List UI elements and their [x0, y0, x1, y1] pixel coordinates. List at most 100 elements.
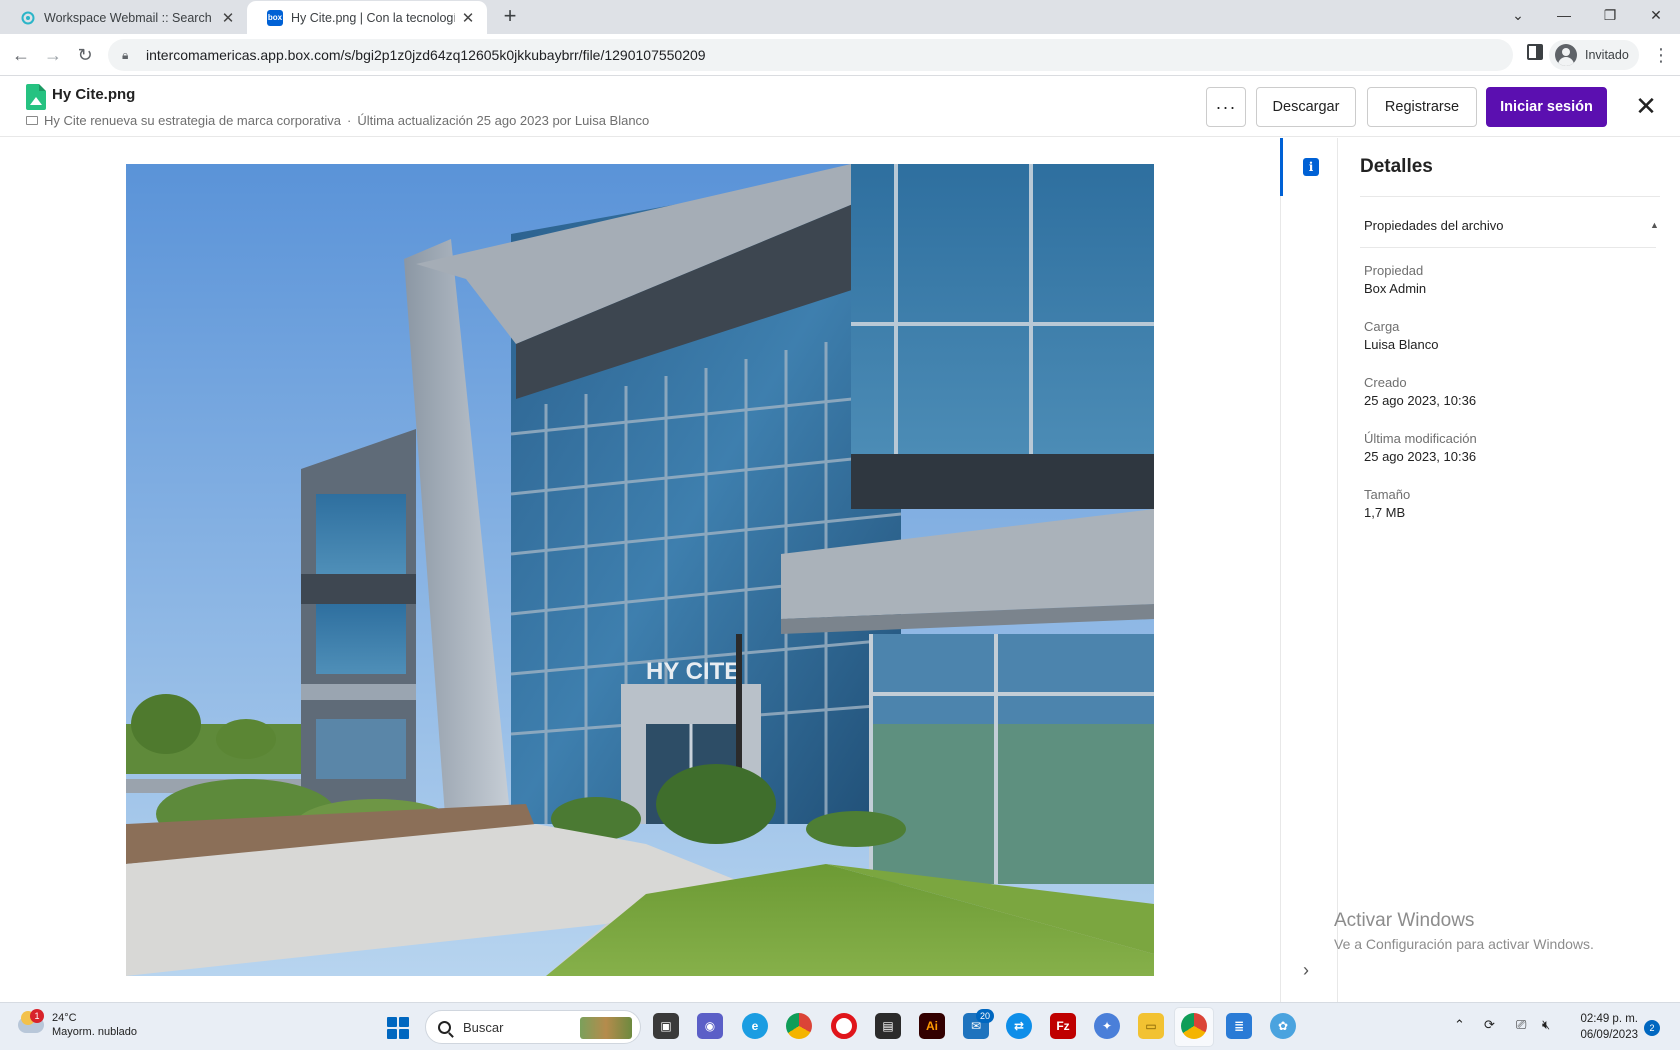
weather-badge: 1 — [30, 1009, 44, 1023]
property-uploader: Carga Luisa Blanco — [1364, 318, 1438, 354]
close-preview-icon[interactable]: ✕ — [1634, 93, 1658, 119]
box-header: Hy Cite.png Hy Cite renueva su estrategi… — [0, 77, 1680, 137]
windows-taskbar: 24°C Mayorm. nublado 1 Buscar ▣ ◉ e ▤ Ai… — [0, 1002, 1680, 1050]
clock-time: 02:49 p. m. — [1580, 1013, 1638, 1025]
chrome-icon[interactable] — [786, 1013, 812, 1039]
network-icon[interactable]: ⎚ — [1516, 1017, 1526, 1033]
last-updated: Última actualización 25 ago 2023 por Lui… — [357, 113, 650, 128]
task-view-icon[interactable]: ▣ — [653, 1013, 679, 1039]
side-panel-icon[interactable] — [1527, 44, 1543, 60]
notification-badge[interactable]: 2 — [1644, 1020, 1660, 1036]
more-options-button[interactable]: ··· — [1206, 87, 1246, 127]
sync-icon[interactable]: ⟳ — [1484, 1017, 1495, 1033]
browser-tab-strip: Workspace Webmail :: Search Re ✕ box Hy … — [0, 0, 1680, 34]
property-label: Carga — [1364, 319, 1400, 334]
active-tab-indicator — [1280, 138, 1283, 196]
property-label: Propiedad — [1364, 263, 1424, 278]
chevron-right-icon[interactable]: › — [1303, 960, 1309, 981]
address-bar[interactable]: 🔒︎ intercomamericas.app.box.com/s/bgi2p1… — [108, 39, 1513, 71]
temperature: 24°C — [52, 1012, 77, 1024]
property-created: Creado 25 ago 2023, 10:36 — [1364, 374, 1476, 410]
chrome-active-icon[interactable] — [1181, 1013, 1207, 1039]
illustrator-icon[interactable]: Ai — [919, 1013, 945, 1039]
details-panel: Detalles Propiedades del archivo ▲ Propi… — [1339, 138, 1680, 1002]
property-size: Tamaño 1,7 MB — [1364, 486, 1410, 522]
taskbar-search[interactable]: Buscar — [425, 1010, 641, 1044]
browser-menu-icon[interactable]: ⋮ — [1652, 44, 1670, 66]
system-clock[interactable]: 02:49 p. m. 06/09/2023 — [1578, 1011, 1638, 1043]
mail-badge: 20 — [976, 1009, 994, 1023]
property-owner: Propiedad Box Admin — [1364, 262, 1426, 298]
tab-title: Hy Cite.png | Con la tecnología d — [291, 10, 455, 25]
property-label: Última modificación — [1364, 431, 1477, 446]
building-photo: HY CITE — [126, 164, 1154, 976]
property-label: Creado — [1364, 375, 1407, 390]
close-tab-icon[interactable]: ✕ — [219, 9, 237, 27]
avatar-icon — [1555, 44, 1577, 66]
tab-search-icon[interactable]: ⌄ — [1495, 0, 1541, 30]
lock-icon: 🔒︎ — [122, 47, 129, 62]
file-name: Hy Cite.png — [52, 86, 136, 103]
weather-description: Mayorm. nublado — [52, 1026, 137, 1038]
divider — [1360, 247, 1656, 248]
folder-link[interactable]: Hy Cite renueva su estrategia de marca c… — [44, 113, 341, 128]
box-icon: box — [267, 9, 283, 26]
divider — [1360, 196, 1660, 197]
search-highlight-image — [580, 1017, 632, 1039]
teams-chat-icon[interactable]: ◉ — [697, 1013, 723, 1039]
volume-icon[interactable]: 🔇︎ — [1542, 1017, 1550, 1033]
profile-label: Invitado — [1585, 48, 1629, 62]
tab-title: Workspace Webmail :: Search Re — [44, 10, 215, 25]
edge-icon[interactable]: e — [742, 1013, 768, 1039]
windows-activation-watermark: Activar Windows Ve a Configuración para … — [1334, 910, 1594, 952]
opera-icon[interactable] — [831, 1013, 857, 1039]
forward-icon[interactable]: → — [40, 43, 66, 67]
watermark-title: Activar Windows — [1334, 910, 1475, 931]
filezilla-icon[interactable]: Fz — [1050, 1013, 1076, 1039]
signup-button[interactable]: Registrarse — [1367, 87, 1477, 127]
search-label: Buscar — [463, 1019, 504, 1035]
property-value: 1,7 MB — [1364, 505, 1406, 520]
details-info-icon[interactable]: i — [1303, 158, 1319, 176]
search-icon — [438, 1020, 451, 1034]
notepad-icon[interactable]: ≣ — [1226, 1013, 1252, 1039]
webmail-icon — [20, 10, 36, 26]
windows-start-icon[interactable] — [387, 1017, 409, 1039]
clock-date: 06/09/2023 — [1580, 1029, 1638, 1041]
thunderbird-icon[interactable]: ✦ — [1094, 1013, 1120, 1039]
file-explorer-icon[interactable]: ▭ — [1138, 1013, 1164, 1039]
file-meta: Hy Cite renueva su estrategia de marca c… — [26, 113, 649, 128]
globe-app-icon[interactable]: ✿ — [1270, 1013, 1296, 1039]
teamviewer-icon[interactable]: ⇄ — [1006, 1013, 1032, 1039]
tab-box-file[interactable]: box Hy Cite.png | Con la tecnología d ✕ — [247, 1, 487, 34]
details-title: Detalles — [1360, 156, 1433, 177]
new-tab-button[interactable]: + — [498, 5, 522, 29]
property-value: 25 ago 2023, 10:36 — [1364, 449, 1477, 464]
login-button[interactable]: Iniciar sesión — [1486, 87, 1607, 127]
meta-separator: · — [346, 113, 352, 128]
caret-up-icon[interactable]: ▲ — [1650, 220, 1659, 230]
file-properties-toggle[interactable]: Propiedades del archivo — [1364, 218, 1660, 233]
folder-icon — [26, 116, 38, 125]
sidebar-nav: i › — [1280, 138, 1338, 1002]
property-value: Luisa Blanco — [1364, 337, 1439, 352]
chevron-up-icon[interactable]: ⌃ — [1454, 1017, 1465, 1033]
download-button[interactable]: Descargar — [1256, 87, 1356, 127]
close-tab-icon[interactable]: ✕ — [459, 9, 477, 27]
browser-toolbar: ← → ↻ 🔒︎ intercomamericas.app.box.com/s/… — [0, 34, 1680, 76]
url-text: intercomamericas.app.box.com/s/bgi2p1z0j… — [146, 47, 706, 63]
image-app-icon[interactable]: ▤ — [875, 1013, 901, 1039]
minimize-button[interactable]: — — [1541, 0, 1587, 30]
file-preview-area: HY CITE — [0, 138, 1280, 1002]
property-value: 25 ago 2023, 10:36 — [1364, 393, 1477, 408]
profile-button[interactable]: Invitado — [1549, 40, 1639, 70]
reload-icon[interactable]: ↻ — [72, 43, 98, 67]
property-modified: Última modificación 25 ago 2023, 10:36 — [1364, 430, 1477, 466]
maximize-button[interactable]: ❐ — [1587, 0, 1633, 30]
window-close-button[interactable]: ✕ — [1633, 0, 1679, 30]
tab-webmail[interactable]: Workspace Webmail :: Search Re ✕ — [0, 1, 247, 34]
back-icon[interactable]: ← — [8, 43, 34, 67]
property-label: Tamaño — [1364, 487, 1411, 502]
image-file-icon — [26, 84, 46, 110]
property-value: Box Admin — [1364, 281, 1427, 296]
